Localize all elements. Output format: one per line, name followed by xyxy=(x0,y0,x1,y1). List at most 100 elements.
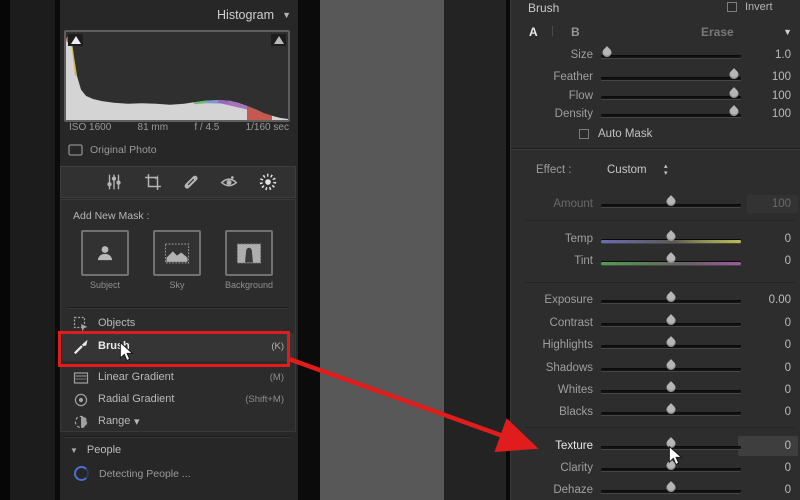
people-collapse-icon[interactable]: ▼ xyxy=(70,446,78,455)
tint-value[interactable]: 0 xyxy=(741,255,791,267)
blacks-value[interactable]: 0 xyxy=(741,406,791,418)
original-photo-label: Original Photo xyxy=(90,144,157,156)
contrast-slider-track[interactable] xyxy=(601,314,741,327)
density-value[interactable]: 100 xyxy=(741,108,791,120)
density-slider-thumb[interactable] xyxy=(727,105,741,118)
collapse-triangle-icon[interactable]: ▼ xyxy=(783,27,792,37)
mask-button-subject[interactable]: Subject xyxy=(74,230,136,290)
effect-preset-dropdown[interactable]: Custom xyxy=(607,164,647,176)
whites-slider-track[interactable] xyxy=(601,381,741,394)
dehaze-slider-thumb[interactable] xyxy=(664,481,678,494)
histogram-plot[interactable] xyxy=(64,30,290,122)
brush-b-button[interactable]: B xyxy=(571,25,580,39)
size-value[interactable]: 1.0 xyxy=(741,49,791,61)
invert-checkbox[interactable] xyxy=(727,2,737,12)
original-photo-toggle[interactable]: Original Photo xyxy=(68,142,157,158)
density-slider-track[interactable] xyxy=(601,105,741,118)
amount-label: Amount xyxy=(553,198,593,210)
mask-button-sky[interactable]: Sky xyxy=(146,230,208,290)
texture-value[interactable]: 0 xyxy=(741,440,791,452)
feather-slider-thumb[interactable] xyxy=(727,68,741,81)
mask-button-background[interactable]: Background xyxy=(218,230,280,290)
dehaze-slider-track[interactable] xyxy=(601,481,741,494)
mask-tool-radial-gradient[interactable]: Radial Gradient (Shift+M) xyxy=(62,390,294,410)
feather-slider-track[interactable] xyxy=(601,68,741,81)
slider-row-exposure: Exposure 0.00 xyxy=(511,291,800,309)
background-button-tile[interactable] xyxy=(225,230,273,276)
shadows-value[interactable]: 0 xyxy=(741,362,791,374)
people-section-header[interactable]: ▼ People xyxy=(70,444,121,456)
linear-gradient-icon xyxy=(73,372,89,384)
flow-value[interactable]: 100 xyxy=(741,90,791,102)
temp-value[interactable]: 0 xyxy=(741,233,791,245)
exif-shutter: 1/160 sec xyxy=(245,122,289,133)
blacks-slider-track[interactable] xyxy=(601,403,741,416)
detecting-people-row: Detecting People ... xyxy=(74,466,191,481)
masking-icon[interactable] xyxy=(259,173,277,191)
histogram-curve xyxy=(66,35,288,120)
auto-mask-toggle[interactable]: Auto Mask xyxy=(579,128,652,140)
highlight-box-brush xyxy=(58,331,290,367)
healing-icon[interactable] xyxy=(182,173,200,191)
whites-slider-thumb[interactable] xyxy=(664,381,678,394)
highlights-slider-thumb[interactable] xyxy=(664,336,678,349)
mask-tool-range[interactable]: Range ▾ xyxy=(62,412,294,432)
feather-value[interactable]: 100 xyxy=(741,71,791,83)
mask-tool-linear-gradient[interactable]: Linear Gradient (M) xyxy=(62,368,294,388)
temp-slider-track[interactable] xyxy=(601,230,741,243)
amount-slider-track[interactable] xyxy=(601,195,741,208)
highlights-value[interactable]: 0 xyxy=(741,339,791,351)
histogram-header[interactable]: Histogram ▼ xyxy=(60,6,298,26)
clarity-value[interactable]: 0 xyxy=(741,462,791,474)
workspace-dark-column xyxy=(444,0,506,500)
tint-slider-thumb[interactable] xyxy=(664,252,678,265)
invert-toggle[interactable]: Invert xyxy=(727,1,773,13)
brush-a-button[interactable]: A xyxy=(529,25,538,39)
outer-black-strip xyxy=(0,0,10,500)
flow-label: Flow xyxy=(568,90,593,102)
contrast-slider-thumb[interactable] xyxy=(664,314,678,327)
shadows-slider-track[interactable] xyxy=(601,359,741,372)
effect-row: Effect : Custom ▴ ▾ xyxy=(511,163,800,180)
adjust-sliders-icon[interactable] xyxy=(105,173,123,191)
background-silhouette-icon xyxy=(236,243,262,263)
brush-panel-title: Brush xyxy=(528,1,560,15)
red-eye-icon[interactable] xyxy=(220,173,238,191)
subject-button-tile[interactable] xyxy=(81,230,129,276)
subject-label: Subject xyxy=(89,280,121,290)
sky-button-tile[interactable] xyxy=(153,230,201,276)
contrast-value[interactable]: 0 xyxy=(741,317,791,329)
temp-slider-thumb[interactable] xyxy=(664,230,678,243)
whites-value[interactable]: 0 xyxy=(741,384,791,396)
exposure-slider-thumb[interactable] xyxy=(664,291,678,304)
flow-slider-thumb[interactable] xyxy=(727,87,741,100)
slider-row-shadows: Shadows 0 xyxy=(511,359,800,377)
highlights-slider-track[interactable] xyxy=(601,336,741,349)
masking-subpanel: Add New Mask : Subject Sky Background Ob… xyxy=(60,199,296,432)
exposure-value[interactable]: 0.00 xyxy=(741,294,791,306)
size-slider-track[interactable] xyxy=(600,46,741,59)
brush-settings-panel: Brush Invert A | B Erase ▼ Size 1.0 Feat… xyxy=(510,0,800,500)
dehaze-value[interactable]: 0 xyxy=(741,484,791,496)
blacks-slider-thumb[interactable] xyxy=(664,403,678,416)
erase-button[interactable]: Erase xyxy=(701,25,734,39)
range-caret-icon: ▾ xyxy=(134,416,140,428)
amount-value[interactable]: 100 xyxy=(741,198,791,210)
flow-slider-track[interactable] xyxy=(601,87,741,100)
shadows-slider-thumb[interactable] xyxy=(664,359,678,372)
divider xyxy=(525,220,795,221)
size-slider-thumb[interactable] xyxy=(600,46,613,59)
tool-strip xyxy=(60,166,296,198)
crop-icon[interactable] xyxy=(144,173,162,191)
density-label: Density xyxy=(554,108,593,120)
collapse-triangle-icon[interactable]: ▼ xyxy=(282,10,291,20)
brush-mode-row: A | B Erase ▼ xyxy=(511,25,800,41)
auto-mask-checkbox[interactable] xyxy=(579,129,589,139)
clarity-slider-track[interactable] xyxy=(601,459,741,472)
shadow-clipping-indicator[interactable] xyxy=(68,34,83,46)
tint-slider-track[interactable] xyxy=(601,252,741,265)
amount-slider-thumb[interactable] xyxy=(664,195,678,208)
exposure-slider-track[interactable] xyxy=(601,291,741,304)
effect-stepper-icon[interactable]: ▴ ▾ xyxy=(664,163,668,177)
highlight-clipping-indicator[interactable] xyxy=(271,34,286,46)
